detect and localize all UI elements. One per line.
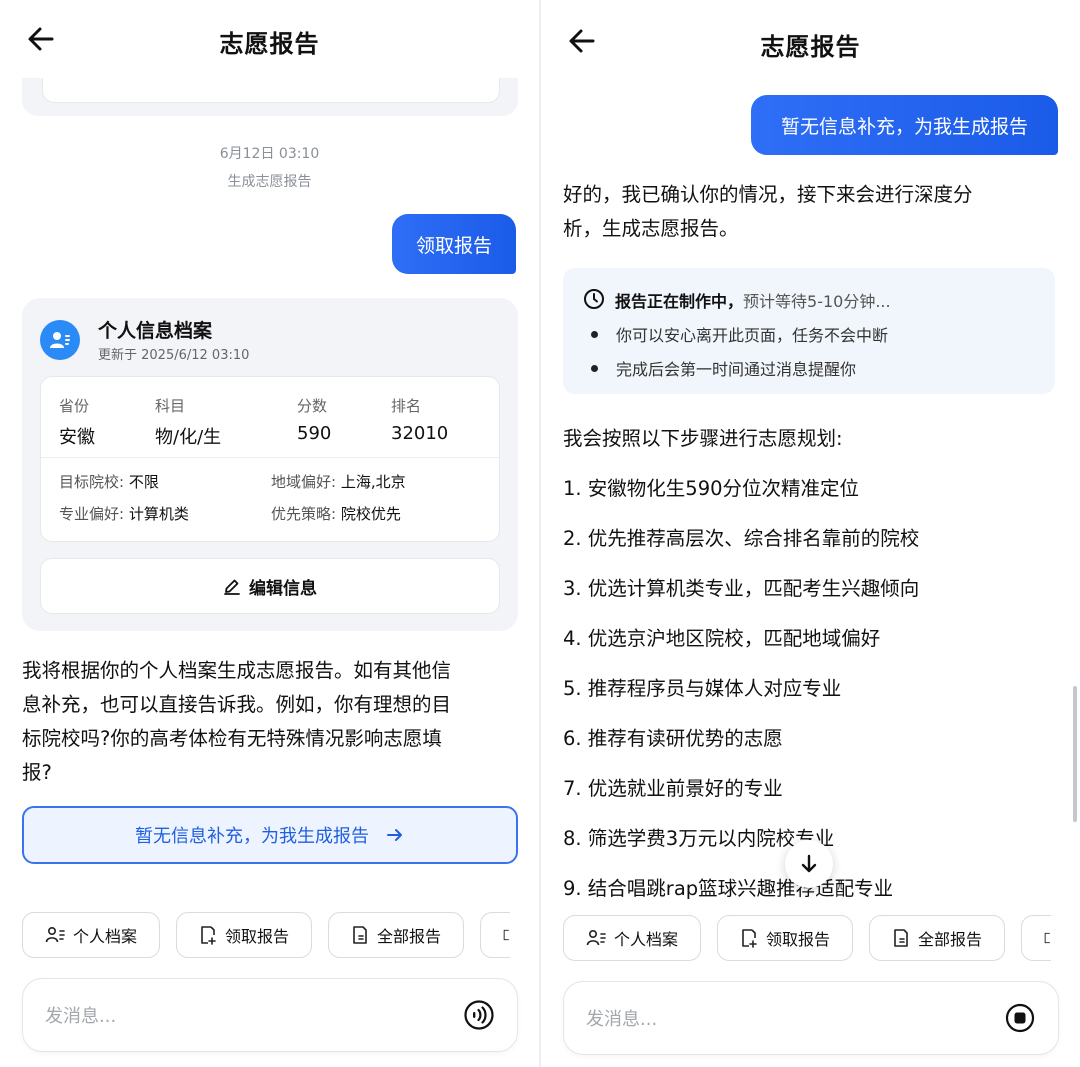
- profile-card-icon: [40, 320, 80, 360]
- user-message-bubble: 领取报告: [392, 214, 516, 274]
- pref-strategy: 优先策略: 院校优先: [271, 505, 401, 523]
- more-icon: [503, 929, 509, 941]
- system-note: 生成志愿报告: [227, 174, 312, 190]
- scrollbar-thumb[interactable]: [1073, 686, 1077, 822]
- profile-updated-time: 更新于 2025/6/12 03:10: [98, 348, 250, 363]
- quick-profile-button[interactable]: 个人档案: [22, 912, 161, 958]
- right-screen: 志愿报告 暂无信息补充，为我生成报告 好的，我已确认你的情况，接下来会进行深度分…: [541, 0, 1080, 1067]
- message-input[interactable]: [43, 999, 427, 1033]
- info-divider: [41, 457, 499, 458]
- bot-reply: 好的，我已确认你的情况，接下来会进行深度分 析，生成志愿报告。: [563, 183, 973, 240]
- message-input[interactable]: [584, 1002, 968, 1036]
- quick-claim-report-button[interactable]: 领取报告: [176, 912, 313, 958]
- steps-intro: 我会按照以下步骤进行志愿规划:: [563, 427, 843, 450]
- profile-icon: [45, 926, 65, 943]
- quick-more-button[interactable]: [480, 912, 511, 958]
- quick-actions: 个人档案 领取报告 全部报告: [22, 912, 511, 960]
- stop-icon[interactable]: [1004, 1002, 1036, 1034]
- stat-label-rank: 排名: [391, 397, 422, 415]
- edit-pencil-icon: [224, 579, 240, 595]
- timestamp: 6月12日 03:10: [219, 146, 320, 162]
- stat-label-province: 省份: [59, 397, 90, 415]
- step-item: 1. 安徽物化生590分位次精准定位: [563, 477, 860, 500]
- previous-card-inner: [42, 76, 500, 103]
- step-item: 4. 优选京沪地区院校，匹配地域偏好: [563, 627, 881, 650]
- step-item: 5. 推荐程序员与媒体人对应专业: [563, 677, 842, 700]
- profile-info-box: 省份 安徽 科目 物/化/生 分数 590 排名 32010 目标院校: 不限 …: [40, 376, 500, 542]
- stat-value-score: 590: [297, 423, 332, 444]
- pref-target-school: 目标院校: 不限: [59, 473, 159, 491]
- bot-message: 我将根据你的个人档案生成志愿报告。如有其他信 息补充，也可以直接告诉我。例如，你…: [22, 659, 452, 784]
- step-item: 2. 优先推荐高层次、综合排名靠前的院校: [563, 527, 920, 550]
- step-item: 6. 推荐有读研优势的志愿: [563, 727, 783, 750]
- report-status-box: 报告正在制作中，预计等待5-10分钟... 你可以安心离开此页面，任务不会中断 …: [563, 268, 1055, 394]
- stat-value-province: 安徽: [59, 427, 95, 448]
- generate-report-button[interactable]: 暂无信息补充，为我生成报告: [22, 806, 518, 864]
- pref-major: 专业偏好: 计算机类: [59, 505, 189, 523]
- status-bullet: 完成后会第一时间通过消息提醒你: [591, 356, 856, 380]
- scroll-down-arrow-icon: [801, 854, 817, 873]
- quick-profile-button[interactable]: 个人档案: [563, 915, 702, 961]
- page-title: 志愿报告: [760, 33, 861, 61]
- profile-title: 个人信息档案: [98, 320, 213, 342]
- generate-report-label: 暂无信息补充，为我生成报告: [135, 826, 369, 847]
- quick-all-reports-button[interactable]: 全部报告: [869, 915, 1006, 961]
- report-add-icon: [742, 929, 757, 948]
- pref-region: 地域偏好: 上海,北京: [271, 473, 406, 491]
- arrow-right-icon: [387, 829, 402, 841]
- step-item: 3. 优选计算机类专业，匹配考生兴趣倾向: [563, 577, 920, 600]
- message-input-bar: [22, 978, 518, 1052]
- more-icon: [1044, 932, 1050, 944]
- edit-info-label: 编辑信息: [249, 578, 317, 599]
- stat-label-subjects: 科目: [155, 397, 186, 415]
- step-item: 7. 优选就业前景好的专业: [563, 777, 783, 800]
- edit-info-button[interactable]: 编辑信息: [40, 558, 500, 614]
- step-item: 9. 结合唱跳rap篮球兴趣推荐适配专业: [563, 877, 894, 900]
- header-bar: 志愿报告: [541, 0, 1080, 78]
- voice-icon[interactable]: [463, 999, 495, 1031]
- report-add-icon: [201, 926, 216, 945]
- report-list-icon: [353, 926, 367, 944]
- stat-value-subjects: 物/化/生: [155, 427, 222, 448]
- stat-label-score: 分数: [297, 397, 328, 415]
- quick-more-button[interactable]: [1021, 915, 1052, 961]
- clock-icon: [584, 289, 604, 309]
- header-bar: 志愿报告: [0, 0, 539, 78]
- report-list-icon: [894, 929, 908, 947]
- profile-icon: [586, 929, 606, 946]
- stat-value-rank: 32010: [391, 423, 449, 444]
- scroll-down-button[interactable]: [785, 840, 833, 888]
- message-input-bar: [563, 981, 1059, 1055]
- quick-actions: 个人档案 领取报告 全部报告: [563, 915, 1052, 963]
- status-title: 报告正在制作中，预计等待5-10分钟...: [615, 292, 891, 311]
- status-bullet: 你可以安心离开此页面，任务不会中断: [591, 322, 888, 346]
- quick-claim-report-button[interactable]: 领取报告: [717, 915, 854, 961]
- profile-card: 个人信息档案 更新于 2025/6/12 03:10 省份 安徽 科目 物/化/…: [22, 298, 518, 631]
- page-title: 志愿报告: [219, 30, 320, 58]
- left-screen: 志愿报告 6月12日 03:10 生成志愿报告 领取报告 个人信息档案 更新于 …: [0, 0, 539, 1067]
- user-message-bubble: 暂无信息补充，为我生成报告: [751, 95, 1058, 155]
- quick-all-reports-button[interactable]: 全部报告: [328, 912, 465, 958]
